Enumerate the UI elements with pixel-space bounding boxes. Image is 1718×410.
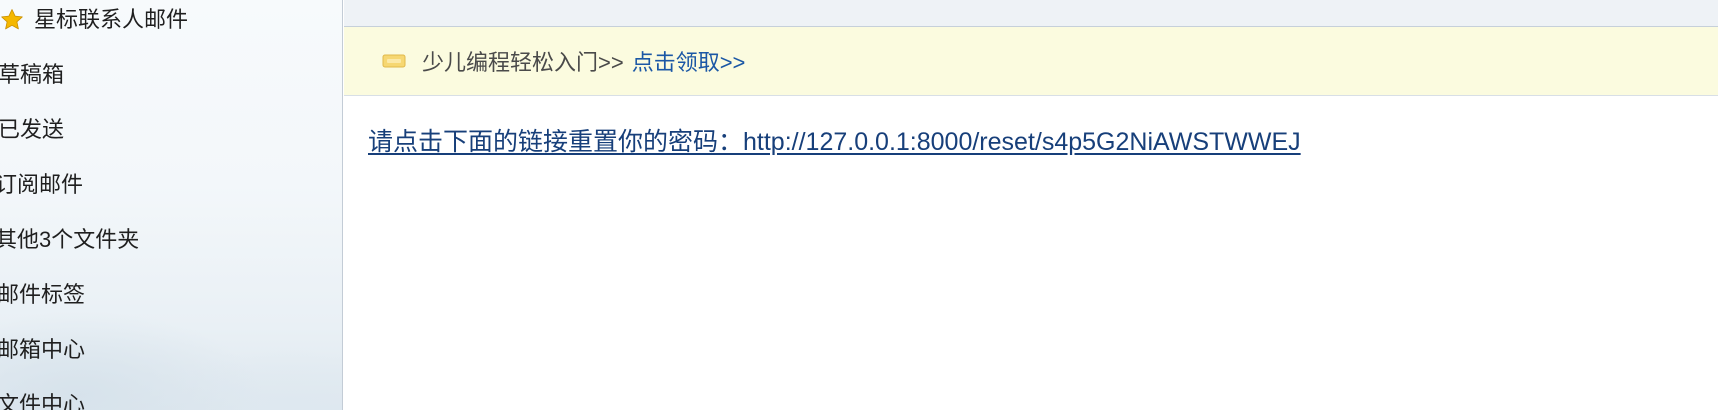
sidebar-item-label: 订阅邮件 [0,172,84,197]
sidebar-item-other-folders[interactable]: 其他3个文件夹 [0,220,139,260]
sidebar-item-label: 草稿箱 [0,62,65,87]
sidebar-item-label: 邮箱中心 [0,337,86,362]
promo-banner: 少儿编程轻松入门>> 点击领取>> [344,27,1718,96]
promo-icon [382,53,406,69]
sidebar-item-label: 邮件标签 [0,282,86,307]
promo-text: 少儿编程轻松入门>> [422,50,624,75]
sidebar-item-drafts[interactable]: 草稿箱 [0,55,64,95]
password-reset-link[interactable]: 请点击下面的链接重置你的密码：http://127.0.0.1:8000/res… [368,128,1301,156]
star-icon [0,8,24,32]
sidebar-item-sent[interactable]: 已发送 [0,110,64,150]
sidebar-item-starred[interactable]: 星标联系人邮件 [0,0,188,40]
sidebar-item-label: 星标联系人邮件 [34,7,189,32]
sidebar-item-mailbox-center[interactable]: 邮箱中心 [0,330,85,370]
sidebar-item-label: 其他3个文件夹 [0,227,140,252]
sidebar-item-label: 文件中心 [0,392,86,410]
sidebar-item-subscriptions[interactable]: 订阅邮件 [0,165,83,205]
promo-claim-link[interactable]: 点击领取>> [632,45,746,77]
sidebar-item-file-center[interactable]: 文件中心 [0,385,85,410]
mail-app-window: 星标联系人邮件 草稿箱 已发送 订阅邮件 其他3个文件夹 邮件标签 邮箱中心 文… [0,0,1718,410]
folder-sidebar: 星标联系人邮件 草稿箱 已发送 订阅邮件 其他3个文件夹 邮件标签 邮箱中心 文… [0,0,343,410]
sidebar-item-mail-tags[interactable]: 邮件标签 [0,275,85,315]
mail-header-strip [344,0,1718,27]
mail-reading-pane: 少儿编程轻松入门>> 点击领取>> 请点击下面的链接重置你的密码：http://… [344,0,1718,410]
sidebar-item-label: 已发送 [0,117,65,142]
mail-body: 请点击下面的链接重置你的密码：http://127.0.0.1:8000/res… [368,124,1301,160]
